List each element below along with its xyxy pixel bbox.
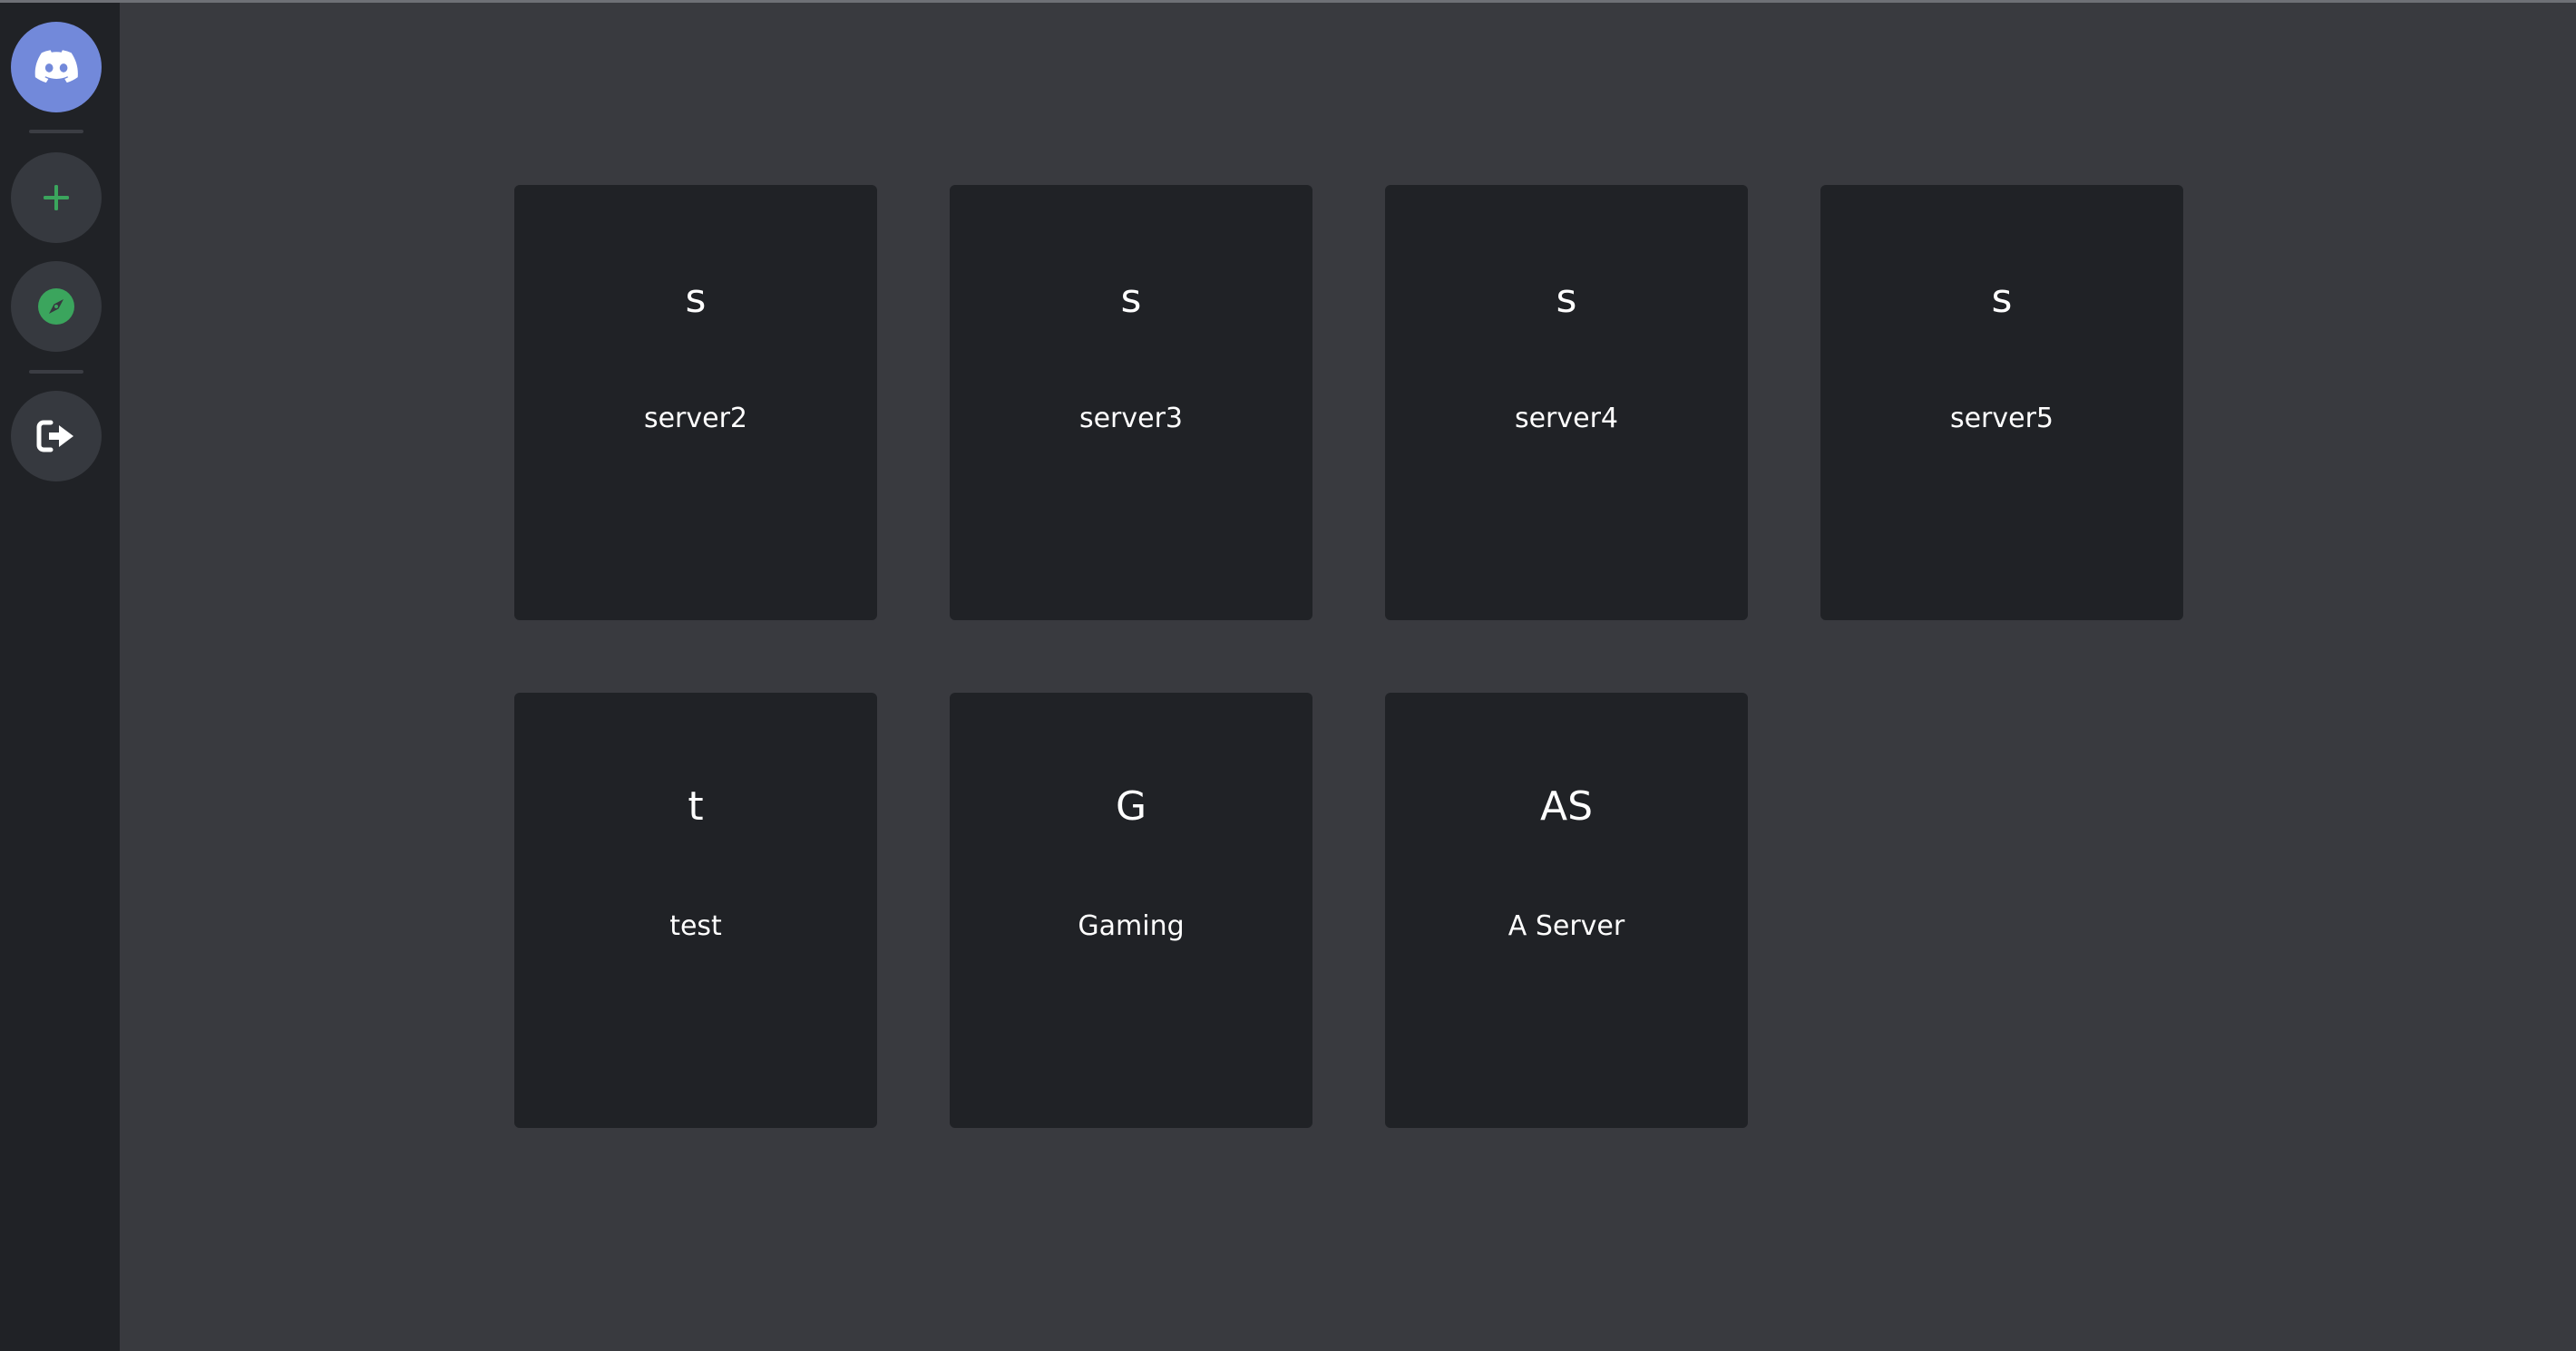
add-server-button[interactable] <box>11 152 102 243</box>
server-name: Gaming <box>1078 910 1185 942</box>
server-name: server3 <box>1078 403 1184 434</box>
server-initials: AS <box>1539 783 1594 830</box>
server-card[interactable]: AS A Server <box>1385 693 1748 1128</box>
server-card[interactable]: s server4 <box>1385 185 1748 620</box>
server-name: test <box>669 910 722 942</box>
server-card[interactable]: t test <box>514 693 877 1128</box>
server-name: server4 <box>1514 403 1619 434</box>
server-card[interactable]: s server3 <box>950 185 1312 620</box>
server-initials: s <box>1556 276 1577 322</box>
explore-servers-button[interactable] <box>11 261 102 352</box>
server-card[interactable]: s server2 <box>514 185 877 620</box>
logout-icon <box>36 420 73 452</box>
server-initials: s <box>1120 276 1142 322</box>
server-grid: s server2 s server3 s server4 s server5 … <box>120 3 2576 1351</box>
server-name: A Server <box>1508 910 1625 942</box>
logout-button[interactable] <box>11 391 102 481</box>
server-initials: s <box>685 276 707 322</box>
compass-icon <box>38 288 74 325</box>
server-card[interactable]: s server5 <box>1820 185 2183 620</box>
server-initials: s <box>1991 276 2013 322</box>
rail-separator <box>29 370 83 374</box>
server-card[interactable]: G Gaming <box>950 693 1312 1128</box>
discord-logo-icon <box>34 50 78 83</box>
rail-separator <box>29 130 83 133</box>
server-name: server5 <box>1949 403 2054 434</box>
server-initials: G <box>1115 783 1147 830</box>
server-rail <box>0 3 120 1351</box>
server-initials: t <box>688 783 704 830</box>
server-name: server2 <box>643 403 748 434</box>
plus-icon <box>44 185 69 210</box>
home-button[interactable] <box>11 22 102 112</box>
